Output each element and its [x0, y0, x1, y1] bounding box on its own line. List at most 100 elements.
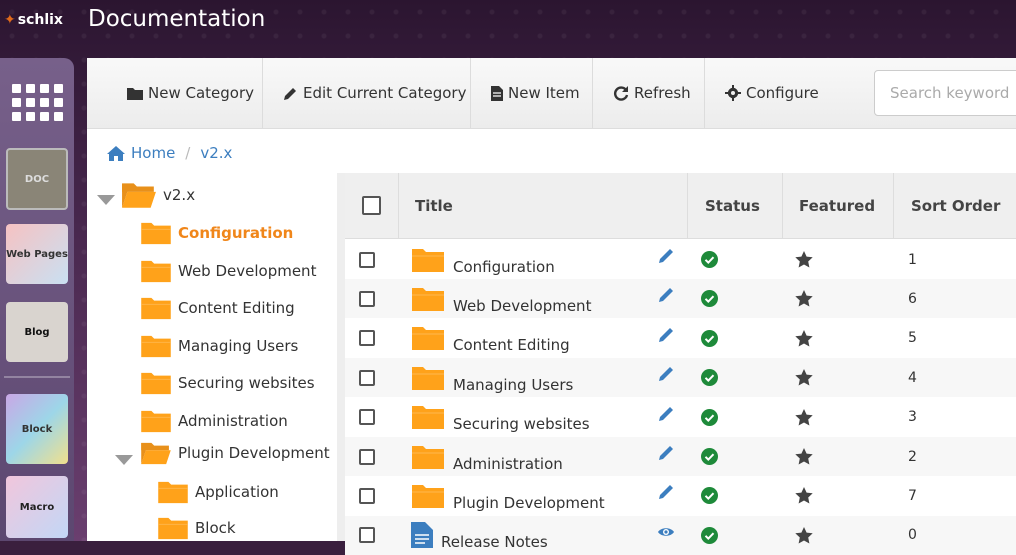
folder-icon — [412, 366, 444, 390]
row-checkbox[interactable] — [359, 369, 375, 386]
status-check-icon[interactable] — [701, 290, 718, 308]
row-title-link[interactable]: Securing websites — [453, 415, 590, 433]
tree-item[interactable]: Application — [157, 480, 279, 504]
refresh-button[interactable]: Refresh — [593, 58, 705, 128]
new-category-button[interactable]: New Category — [115, 58, 263, 128]
tree-collapse-caret-icon[interactable] — [97, 195, 115, 205]
row-checkbox[interactable] — [359, 448, 375, 465]
row-title-link[interactable]: Release Notes — [441, 533, 548, 551]
status-check-icon[interactable] — [701, 526, 718, 544]
tree-item[interactable]: Content Editing — [140, 296, 295, 320]
edit-pencil-icon[interactable] — [657, 365, 675, 383]
configure-button[interactable]: Configure — [705, 58, 835, 128]
featured-column-header[interactable]: Featured — [783, 173, 894, 239]
status-check-icon[interactable] — [701, 329, 718, 347]
edit-pencil-icon[interactable] — [657, 483, 675, 501]
row-title-link[interactable]: Plugin Development — [453, 494, 605, 512]
status-check-icon[interactable] — [701, 448, 718, 465]
featured-star-icon[interactable] — [795, 487, 813, 504]
edit-current-category-button[interactable]: Edit Current Category — [263, 58, 471, 128]
row-title-link[interactable]: Administration — [453, 455, 563, 473]
tree-item[interactable]: Web Development — [140, 259, 316, 283]
tree-item[interactable]: Managing Users — [140, 334, 298, 358]
row-checkbox[interactable] — [359, 487, 375, 504]
table-row[interactable]: Securing websites 3 — [345, 398, 1016, 437]
table-row[interactable]: Plugin Development 7 — [345, 476, 1016, 515]
status-check-icon[interactable] — [701, 369, 718, 387]
schlix-logo[interactable]: ✦ schlix — [4, 12, 63, 28]
status-check-icon[interactable] — [701, 408, 718, 426]
items-table: Title Status Featured Sort Order Configu… — [345, 173, 1016, 555]
new-item-button[interactable]: New Item — [471, 58, 593, 128]
macro-app-icon[interactable]: Macro — [6, 476, 68, 538]
eye-icon[interactable] — [657, 523, 675, 541]
folder-icon — [412, 484, 444, 508]
tree-collapse-caret-icon[interactable] — [115, 455, 133, 465]
row-title-cell: Managing Users — [411, 358, 681, 397]
featured-star-icon[interactable] — [795, 290, 813, 307]
folder-icon — [127, 87, 143, 100]
title-column-header[interactable]: Title — [399, 173, 688, 239]
edit-pencil-icon[interactable] — [657, 286, 675, 304]
folder-icon — [412, 327, 444, 351]
row-featured-cell — [795, 398, 835, 437]
table-row[interactable]: Content Editing 5 — [345, 319, 1016, 358]
doc-app-icon[interactable]: DOC — [6, 148, 68, 210]
tree-item[interactable]: v2.x — [121, 181, 195, 209]
featured-star-icon[interactable] — [795, 329, 813, 347]
edit-pencil-icon[interactable] — [657, 326, 675, 344]
row-title-link[interactable]: Configuration — [453, 258, 555, 276]
featured-star-icon[interactable] — [795, 251, 813, 268]
tree-item-label: Application — [195, 483, 279, 501]
row-title-link[interactable]: Managing Users — [453, 376, 573, 394]
folder-icon — [158, 481, 188, 504]
tree-item[interactable]: Securing websites — [140, 371, 315, 395]
edit-pencil-icon[interactable] — [657, 247, 675, 265]
tree-item[interactable]: Block — [157, 516, 236, 540]
row-checkbox[interactable] — [359, 330, 375, 347]
select-all-checkbox[interactable] — [362, 196, 381, 215]
table-row[interactable]: Release Notes 0 — [345, 515, 1016, 555]
folder-icon — [158, 517, 188, 540]
folder-icon — [141, 410, 171, 433]
row-select-cell — [359, 319, 389, 358]
featured-star-icon[interactable] — [795, 408, 813, 426]
web-pages-app-icon[interactable]: Web Pages — [6, 224, 68, 284]
search-input[interactable] — [874, 70, 1016, 116]
breadcrumb-home-link[interactable]: Home — [131, 144, 175, 162]
table-row[interactable]: Configuration 1 — [345, 240, 1016, 279]
tree-item-label: Administration — [178, 412, 288, 430]
status-check-icon[interactable] — [701, 487, 718, 505]
table-row[interactable]: Administration 2 — [345, 437, 1016, 476]
row-title-link[interactable]: Content Editing — [453, 336, 570, 354]
block-app-icon[interactable]: Block — [6, 394, 68, 464]
breadcrumb-current-link[interactable]: v2.x — [200, 144, 232, 162]
edit-pencil-icon[interactable] — [657, 444, 675, 462]
tree-item[interactable]: Administration — [140, 409, 288, 433]
row-sort-order: 2 — [908, 448, 917, 465]
tree-item[interactable]: Plugin Development — [140, 441, 330, 465]
featured-column-label: Featured — [799, 196, 876, 215]
gear-icon — [725, 85, 741, 101]
status-column-header[interactable]: Status — [688, 173, 783, 239]
row-checkbox[interactable] — [359, 251, 375, 268]
featured-star-icon[interactable] — [795, 448, 813, 465]
featured-star-icon[interactable] — [795, 526, 813, 544]
apps-grid-icon[interactable] — [6, 76, 68, 128]
row-checkbox[interactable] — [359, 290, 375, 307]
status-check-icon[interactable] — [701, 251, 718, 268]
blog-app-icon[interactable]: Blog — [6, 302, 68, 362]
row-title-cell: Web Development — [411, 279, 681, 318]
folder-icon — [141, 335, 171, 358]
edit-pencil-icon[interactable] — [657, 405, 675, 423]
featured-star-icon[interactable] — [795, 369, 813, 386]
row-title-cell: Configuration — [411, 240, 681, 279]
tree-item[interactable]: Configuration — [140, 221, 293, 245]
row-checkbox[interactable] — [359, 409, 375, 426]
table-row[interactable]: Managing Users 4 — [345, 358, 1016, 398]
row-title-link[interactable]: Web Development — [453, 297, 591, 315]
table-row[interactable]: Web Development 6 — [345, 279, 1016, 319]
row-featured-cell — [795, 516, 835, 555]
sort-order-column-header[interactable]: Sort Order — [894, 173, 1016, 239]
row-select-cell — [359, 398, 389, 437]
